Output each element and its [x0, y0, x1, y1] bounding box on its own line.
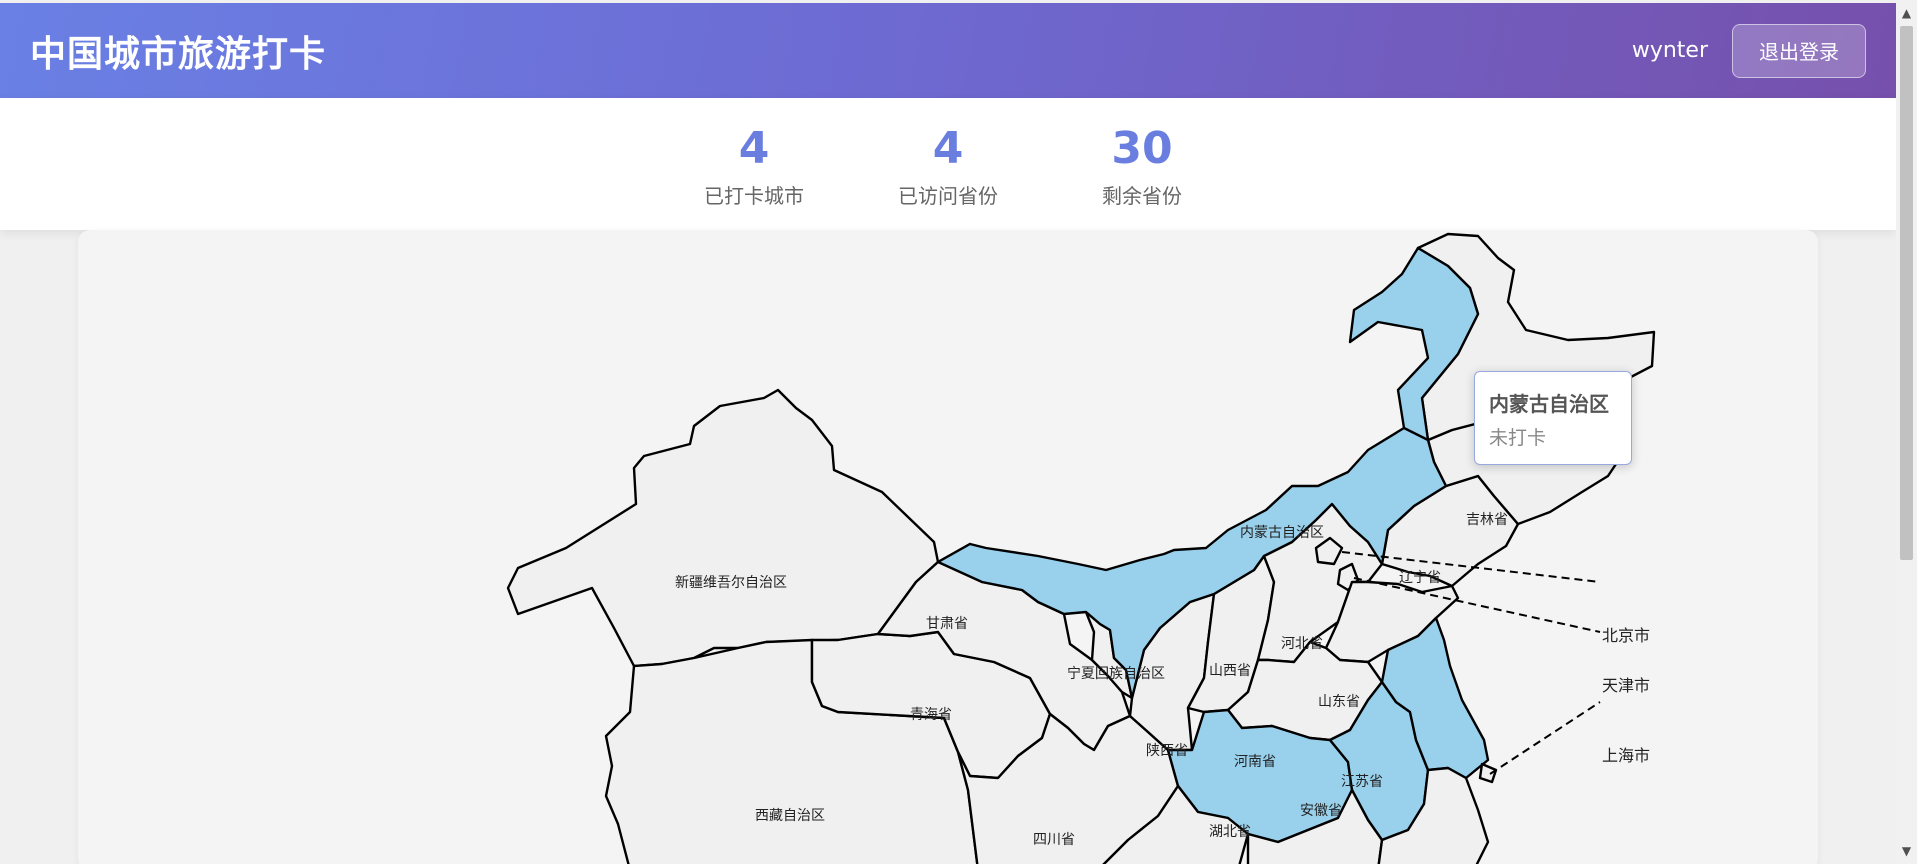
stat-remaining-provinces: 30 剩余省份 — [1075, 124, 1209, 230]
label-tianjin: 天津市 — [1602, 676, 1650, 695]
stat-value: 30 — [1111, 123, 1173, 174]
label-jiangsu: 江苏省 — [1341, 774, 1383, 790]
stats-bar: 4 已打卡城市 4 已访问省份 30 剩余省份 — [0, 98, 1896, 230]
stat-checked-cities: 4 已打卡城市 — [687, 124, 821, 230]
label-shandong: 山东省 — [1318, 694, 1360, 710]
label-hubei: 湖北省 — [1209, 824, 1251, 840]
label-sichuan: 四川省 — [1033, 832, 1075, 848]
stat-label: 已打卡城市 — [704, 184, 804, 208]
label-shanghai: 上海市 — [1602, 746, 1650, 765]
label-neimenggu: 内蒙古自治区 — [1240, 525, 1324, 541]
vertical-scrollbar[interactable]: ▲ ▼ — [1896, 0, 1917, 864]
username: wynter — [1631, 38, 1708, 63]
app-title: 中国城市旅游打卡 — [30, 33, 327, 75]
app-root: 中国城市旅游打卡 wynter 退出登录 4 已打卡城市 4 已访问省份 30 … — [0, 0, 1896, 864]
map-card: 新疆维吾尔自治区 西藏自治区 青海省 甘肃省 宁夏回族自治区 四川省 陕西省 山… — [78, 230, 1818, 864]
stat-value: 4 — [738, 123, 770, 174]
tooltip-title: 内蒙古自治区 — [1489, 392, 1609, 416]
tooltip-status: 未打卡 — [1489, 427, 1547, 449]
china-map[interactable]: 新疆维吾尔自治区 西藏自治区 青海省 甘肃省 宁夏回族自治区 四川省 陕西省 山… — [78, 230, 1818, 864]
top-header: 中国城市旅游打卡 wynter 退出登录 — [0, 3, 1896, 98]
label-xinjiang: 新疆维吾尔自治区 — [675, 575, 787, 591]
scroll-down-arrow-icon[interactable]: ▼ — [1896, 842, 1917, 860]
stat-label: 已访问省份 — [898, 184, 998, 208]
label-xizang: 西藏自治区 — [755, 808, 825, 824]
map-tooltip: 内蒙古自治区 未打卡 — [1474, 371, 1632, 465]
province-xinjiang[interactable] — [506, 388, 940, 668]
label-jilin: 吉林省 — [1466, 512, 1508, 528]
label-anhui: 安徽省 — [1300, 803, 1342, 819]
province-shanghai[interactable] — [1478, 762, 1498, 784]
label-qinghai: 青海省 — [910, 707, 952, 723]
label-liaoning: 辽宁省 — [1399, 569, 1441, 586]
leader-line-shanghai — [1489, 701, 1601, 775]
stat-label: 剩余省份 — [1102, 184, 1182, 208]
label-gansu: 甘肃省 — [926, 616, 968, 632]
logout-button[interactable]: 退出登录 — [1732, 23, 1866, 78]
label-ningxia: 宁夏回族自治区 — [1067, 665, 1165, 682]
label-beijing: 北京市 — [1602, 626, 1650, 645]
label-henan: 河南省 — [1234, 754, 1276, 770]
user-area: wynter 退出登录 — [1631, 23, 1866, 78]
stat-visited-provinces: 4 已访问省份 — [881, 124, 1015, 230]
label-shanxi: 山西省 — [1209, 663, 1251, 679]
scroll-thumb[interactable] — [1900, 26, 1913, 560]
stat-value: 4 — [932, 123, 964, 174]
scroll-up-arrow-icon[interactable]: ▲ — [1896, 4, 1917, 22]
label-shaanxi: 陕西省 — [1146, 743, 1188, 759]
label-hebei: 河北省 — [1281, 636, 1323, 652]
